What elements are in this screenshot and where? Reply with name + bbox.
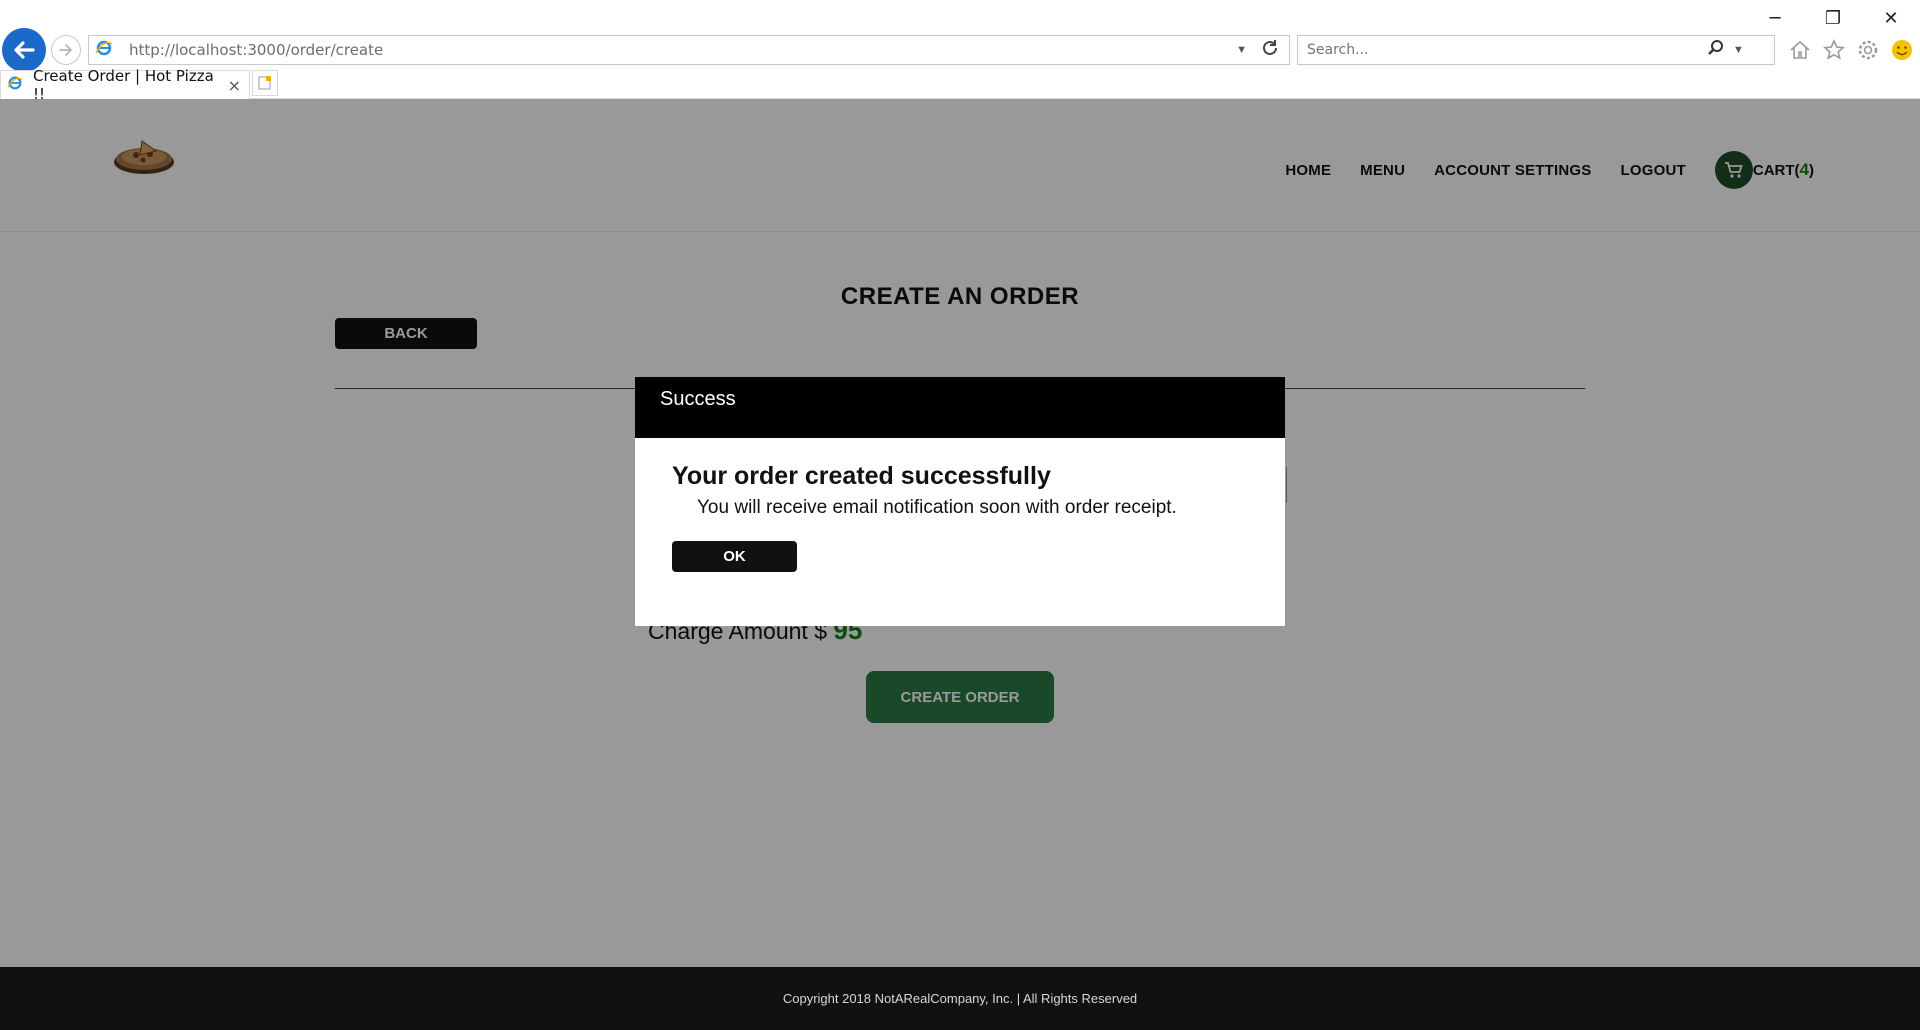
gear-icon[interactable] <box>1854 36 1882 64</box>
browser-search-input[interactable] <box>1307 42 1707 58</box>
magnifier-icon[interactable] <box>1707 39 1725 62</box>
close-window-button[interactable]: ✕ <box>1862 0 1920 36</box>
minimize-button[interactable]: ─ <box>1746 0 1804 36</box>
tab-title: Create Order | Hot Pizza !! <box>33 67 214 103</box>
back-arrow-icon[interactable] <box>2 28 46 72</box>
modal-header: Success <box>635 377 1285 438</box>
modal-heading: Your order created successfully <box>672 462 1051 490</box>
refresh-icon[interactable] <box>1261 39 1279 62</box>
address-dropdown-icon[interactable]: ▼ <box>1236 44 1247 56</box>
modal-message: You will receive email notification soon… <box>697 497 1177 518</box>
ie-page-icon <box>95 39 117 62</box>
site-footer: Copyright 2018 NotARealCompany, Inc. | A… <box>0 967 1920 1030</box>
browser-search-box[interactable]: ▼ <box>1297 35 1775 65</box>
address-bar[interactable]: http://localhost:3000/order/create ▼ <box>88 35 1290 65</box>
restore-button[interactable]: ❐ <box>1804 0 1862 36</box>
url-text[interactable]: http://localhost:3000/order/create <box>129 41 1236 59</box>
modal-title: Success <box>660 388 736 410</box>
ok-button[interactable]: OK <box>672 541 797 572</box>
copyright-text: Copyright 2018 NotARealCompany, Inc. | A… <box>782 991 1138 1006</box>
favorites-star-icon[interactable] <box>1820 36 1848 64</box>
browser-chrome: ─ ❐ ✕ http://localhost:3000/order/create… <box>0 0 1920 103</box>
home-icon[interactable] <box>1786 36 1814 64</box>
new-tab-icon <box>258 76 271 90</box>
new-tab-button[interactable] <box>252 70 278 96</box>
smiley-feedback-icon[interactable] <box>1888 36 1916 64</box>
success-modal: Success Your order created successfully … <box>635 377 1285 626</box>
toolbar-icons <box>1786 36 1916 64</box>
page: HOME MENU ACCOUNT SETTINGS LOGOUT CART(4… <box>0 99 1920 1030</box>
tab-close-icon[interactable]: × <box>228 76 241 95</box>
tab-create-order[interactable]: Create Order | Hot Pizza !! × <box>0 67 250 103</box>
search-dropdown-icon[interactable]: ▼ <box>1733 44 1744 56</box>
window-controls: ─ ❐ ✕ <box>1746 0 1920 36</box>
forward-arrow-icon[interactable] <box>51 35 81 65</box>
ie-tab-icon <box>7 75 23 96</box>
modal-body: Your order created successfully You will… <box>635 438 1285 572</box>
